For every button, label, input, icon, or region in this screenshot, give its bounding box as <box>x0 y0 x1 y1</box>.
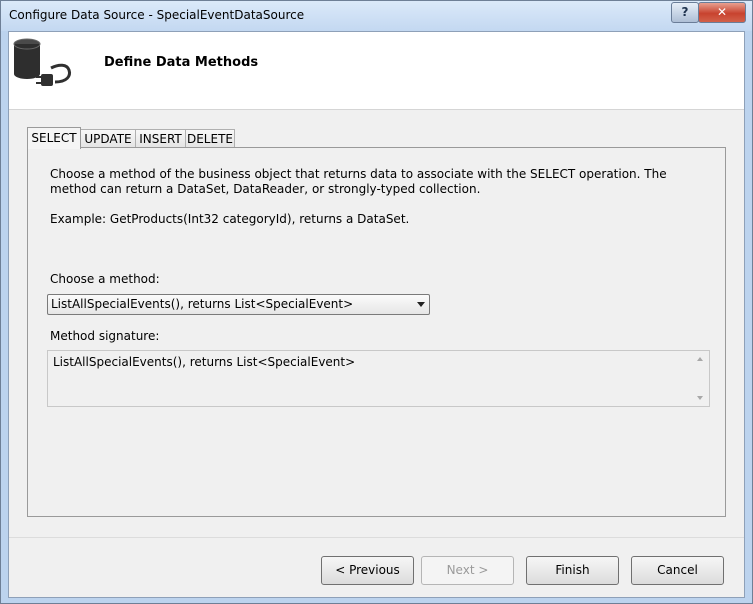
method-dropdown[interactable]: ListAllSpecialEvents(), returns List<Spe… <box>47 294 430 315</box>
example-text: Example: GetProducts(Int32 categoryId), … <box>50 212 410 226</box>
method-signature-box[interactable]: ListAllSpecialEvents(), returns List<Spe… <box>47 350 710 407</box>
tab-insert[interactable]: INSERT <box>135 129 186 148</box>
cancel-button[interactable]: Cancel <box>631 556 724 585</box>
title-bar[interactable]: Configure Data Source - SpecialEventData… <box>1 1 752 31</box>
page-title: Define Data Methods <box>104 55 259 70</box>
tab-update[interactable]: UPDATE <box>80 129 136 148</box>
dialog-window: Configure Data Source - SpecialEventData… <box>0 0 753 604</box>
close-button[interactable]: ✕ <box>698 2 746 23</box>
footer-divider <box>9 537 744 538</box>
finish-button[interactable]: Finish <box>526 556 619 585</box>
description-text: Choose a method of the business object t… <box>50 167 667 196</box>
tab-delete[interactable]: DELETE <box>185 129 235 148</box>
dialog-client-area: Define Data Methods SELECT UPDATE INSERT… <box>8 31 745 598</box>
method-signature-label: Method signature: <box>50 329 160 343</box>
database-plug-icon <box>13 38 71 86</box>
help-button[interactable]: ? <box>671 2 699 23</box>
tab-select[interactable]: SELECT <box>27 127 81 149</box>
window-title: Configure Data Source - SpecialEventData… <box>9 8 305 22</box>
chevron-down-icon[interactable] <box>417 302 425 307</box>
choose-method-label: Choose a method: <box>50 272 160 286</box>
method-signature-value: ListAllSpecialEvents(), returns List<Spe… <box>53 355 356 369</box>
previous-button[interactable]: < Previous <box>321 556 414 585</box>
method-dropdown-value: ListAllSpecialEvents(), returns List<Spe… <box>51 297 354 311</box>
wizard-header: Define Data Methods <box>9 32 744 110</box>
next-button[interactable]: Next > <box>421 556 514 585</box>
signature-scrollbar[interactable] <box>692 351 709 406</box>
scroll-down-icon[interactable] <box>697 396 703 400</box>
select-tab-panel: Choose a method of the business object t… <box>27 147 726 517</box>
scroll-up-icon[interactable] <box>697 357 703 361</box>
